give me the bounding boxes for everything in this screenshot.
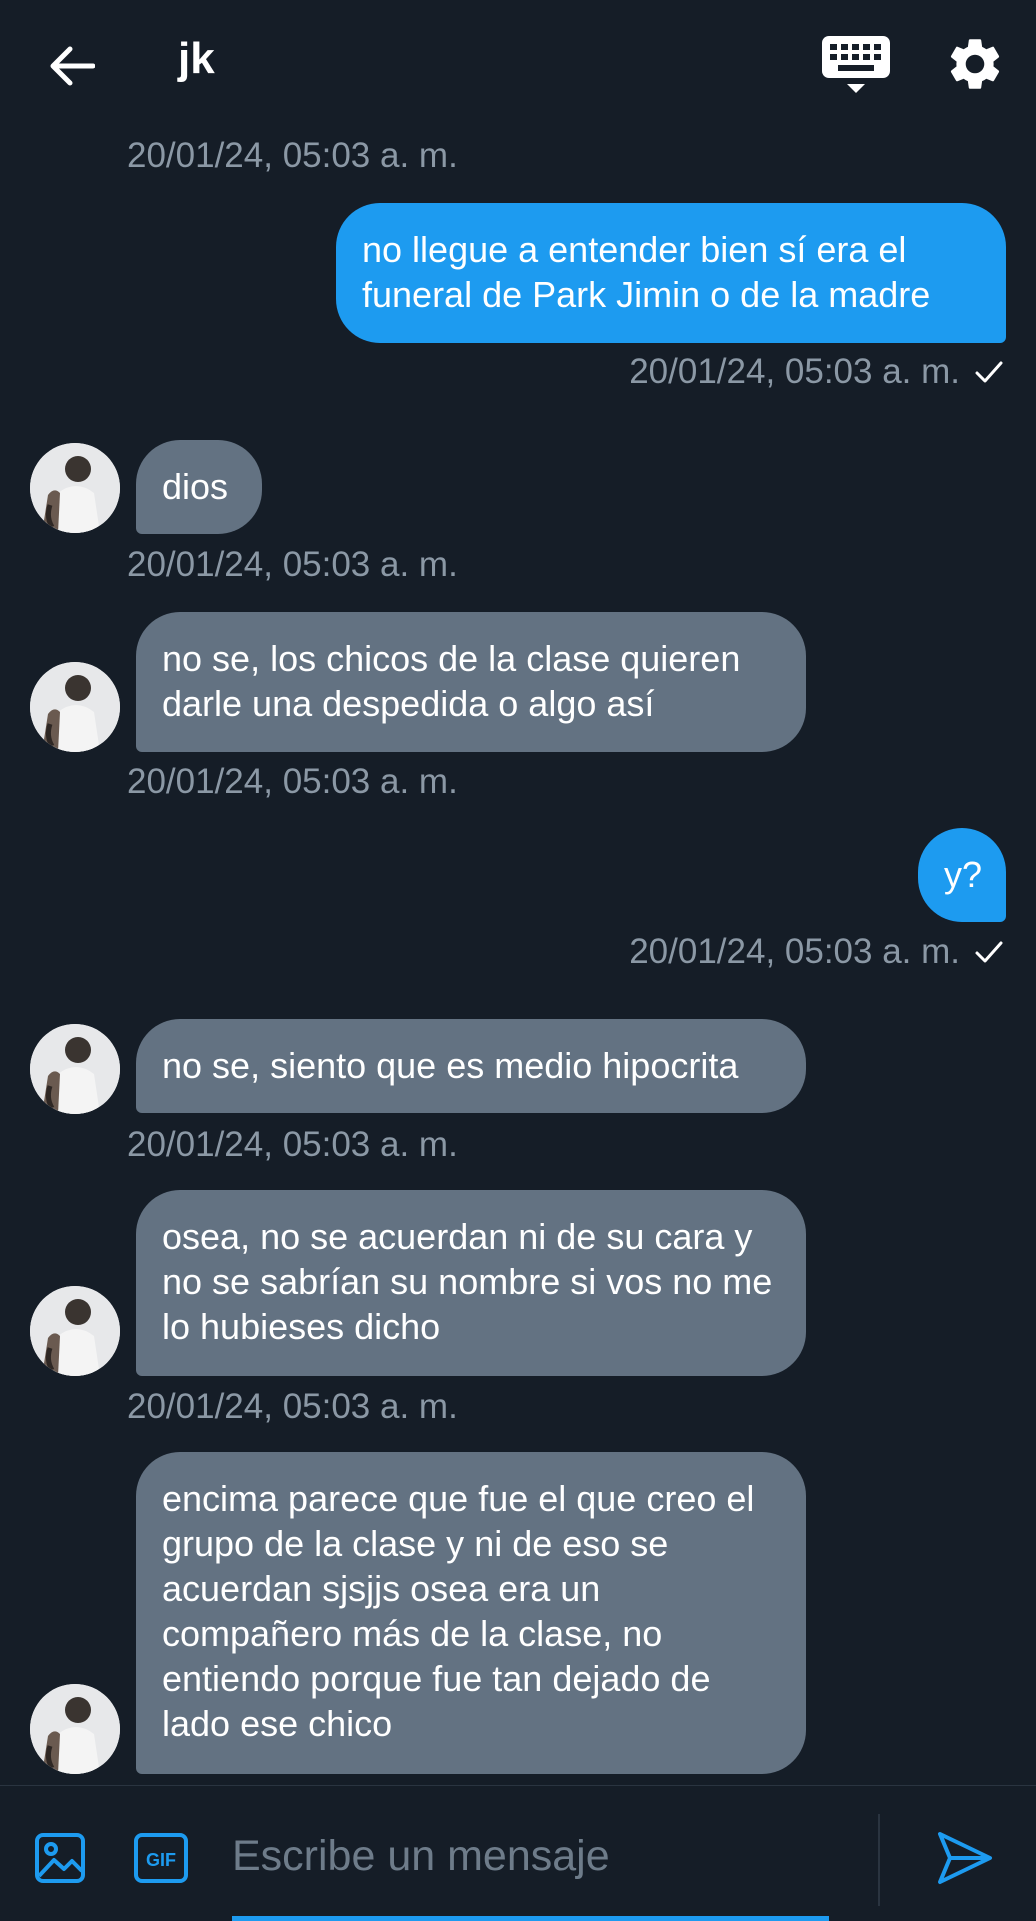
avatar-image (30, 1024, 120, 1114)
keyboard-icon (822, 36, 890, 93)
timestamp-row: 20/01/24, 05:03 a. m. (629, 932, 1004, 972)
message-input[interactable] (232, 1816, 832, 1896)
image-icon (35, 1833, 85, 1883)
settings-button[interactable] (944, 32, 1006, 96)
avatar-image (30, 1286, 120, 1376)
avatar[interactable] (30, 1024, 120, 1114)
timestamp-row: 20/01/24, 05:03 a. m. (629, 352, 1004, 392)
gif-button[interactable]: GIF (133, 1832, 189, 1884)
gear-icon (950, 39, 1000, 89)
input-underline (232, 1916, 829, 1921)
message-bubble-incoming[interactable]: osea, no se acuerdan ni de su cara y no … (136, 1190, 806, 1376)
arrow-left-icon (50, 46, 95, 86)
avatar[interactable] (30, 1286, 120, 1376)
message-bubble-incoming[interactable]: no se, siento que es medio hipocrita (136, 1019, 806, 1113)
top-bar: jk (0, 0, 1036, 130)
keyboard-button[interactable] (820, 32, 892, 96)
avatar-image (30, 1684, 120, 1774)
avatar[interactable] (30, 662, 120, 752)
send-icon (938, 1832, 992, 1884)
check-icon (975, 941, 1003, 963)
conversation-title[interactable]: jk (178, 34, 215, 84)
divider (878, 1814, 880, 1906)
message-bubble-incoming[interactable]: dios (136, 440, 262, 534)
avatar[interactable] (30, 443, 120, 533)
timestamp: 20/01/24, 05:03 a. m. (127, 762, 458, 801)
gif-icon: GIF (134, 1833, 188, 1883)
message-bubble-outgoing[interactable]: no llegue a entender bien sí era el fune… (336, 203, 1006, 343)
timestamp: 20/01/24, 05:03 a. m. (127, 545, 458, 584)
message-bubble-incoming[interactable]: encima parece que fue el que creo el gru… (136, 1452, 806, 1774)
gif-label: GIF (146, 1850, 176, 1870)
timestamp: 20/01/24, 05:03 a. m. (127, 1387, 458, 1426)
timestamp: 20/01/24, 05:03 a. m. (629, 352, 960, 391)
timestamp: 20/01/24, 05:03 a. m. (629, 932, 960, 971)
check-icon (975, 361, 1003, 383)
message-composer: GIF (0, 1785, 1036, 1921)
send-button[interactable] (936, 1830, 994, 1886)
timestamp: 20/01/24, 05:03 a. m. (127, 136, 458, 175)
avatar-image (30, 662, 120, 752)
image-button[interactable] (34, 1832, 86, 1884)
avatar[interactable] (30, 1684, 120, 1774)
avatar-image (30, 443, 120, 533)
message-bubble-outgoing[interactable]: y? (918, 828, 1006, 922)
back-button[interactable] (40, 38, 104, 94)
message-bubble-incoming[interactable]: no se, los chicos de la clase quieren da… (136, 612, 806, 752)
timestamp: 20/01/24, 05:03 a. m. (127, 1125, 458, 1164)
